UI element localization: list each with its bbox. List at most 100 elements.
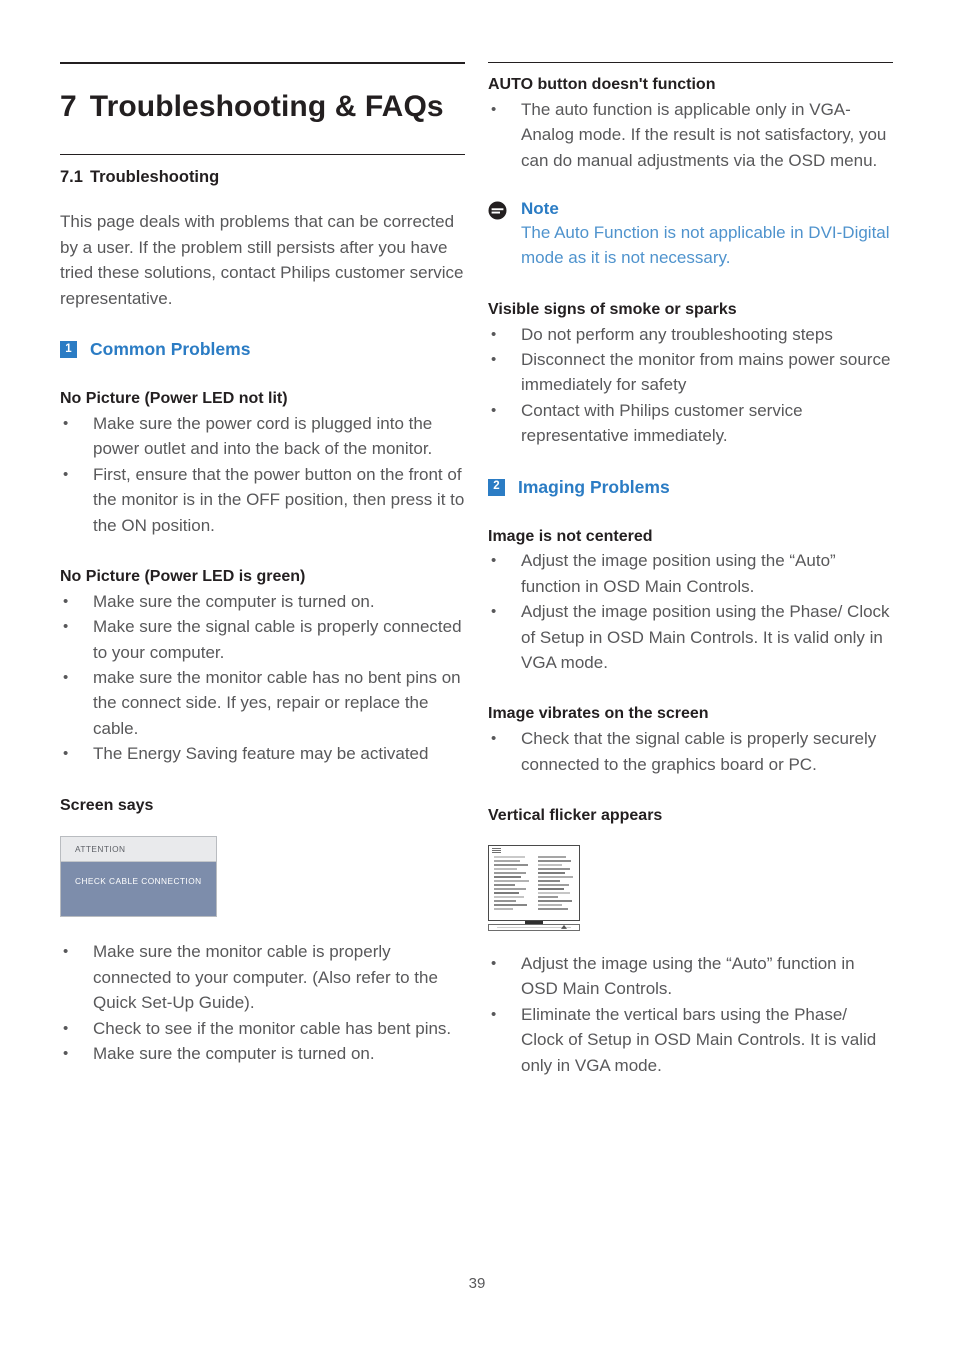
list-item: • Check that the signal cable is properly… [488,726,893,777]
list-item: • make sure the monitor cable has no bent… [60,665,465,741]
subheading-image-not-centered: Image is not centered [488,527,653,545]
bullet-icon: • [491,1005,497,1023]
intro-paragraph: This page deals with problems that can b… [60,212,464,308]
page-number: 39 [468,1275,486,1292]
list-item: • Make sure the computer is turned on. [60,589,465,614]
chapter-title: Troubleshooting & FAQs [89,90,444,123]
list-item: • Adjust the image using the “Auto” funct… [488,951,893,1002]
section-heading: 7.1 Troubleshooting [60,167,465,188]
list-item: • The Energy Saving feature may be activa… [60,741,465,766]
bullet-icon: • [491,954,497,972]
list-item: • Eliminate the vertical bars using the P… [488,1002,893,1078]
bullet-list-screen-says: • Make sure the monitor cable is properly… [60,939,465,1066]
bullet-icon: • [491,603,497,621]
note-circle-icon [488,201,507,220]
bullet-list-no-picture-led-green: • Make sure the computer is turned on. • M… [60,589,465,767]
bullet-icon: • [491,552,497,570]
imaging-problems-label: Imaging Problems [518,476,670,497]
list-item-text: make sure the monitor cable has no bent … [93,668,461,738]
list-item-text: Check to see if the monitor cable has be… [93,1018,452,1038]
bullet-list-auto-button: • The auto function is applicable only in… [488,97,893,173]
list-item: • Contact with Philips customer service r… [488,398,893,449]
list-item: • The auto function is applicable only in… [488,97,893,173]
list-item: • Check to see if the monitor cable has b… [60,1016,465,1041]
list-item: • Make sure the monitor cable is properly… [60,939,465,1015]
list-item-text: First, ensure that the power button on t… [93,464,465,535]
note-body: The Auto Function is not applicable in D… [521,223,890,268]
list-item: • Make sure the signal cable is properly … [60,614,465,665]
bullet-icon: • [63,618,69,636]
list-item-text: The auto function is applicable only in … [521,99,887,170]
bullet-list-image-vibrates: • Check that the signal cable is properly… [488,726,893,777]
osd-title: ATTENTION [61,837,216,863]
bullet-list-image-not-centered: • Adjust the image position using the “Au… [488,548,893,675]
left-column: 7 Troubleshooting & FAQs 7.1 Troubleshooti… [60,62,465,1067]
subheading-image-vibrates: Image vibrates on the screen [488,705,709,723]
page-title: 7 Troubleshooting & FAQs [60,90,465,124]
bullet-icon: • [491,730,497,748]
flicker-bar-columns [494,855,574,918]
flicker-monitor-base [488,920,580,931]
common-problems-heading: 1 Common Problems [60,339,465,360]
list-item: • Adjust the image position using the Pha… [488,599,893,675]
list-item: • Do not perform any troubleshooting step… [488,322,893,347]
subheading-screen-says: Screen says [60,796,154,814]
list-item-text: The Energy Saving feature may be activat… [93,744,429,764]
bullet-list-vertical-flicker: • Adjust the image using the “Auto” funct… [488,951,893,1078]
section-number: 7.1 [60,167,83,186]
list-item-text: Make sure the monitor cable is properly … [93,942,438,1013]
bullet-list-smoke-sparks: • Do not perform any troubleshooting step… [488,322,893,449]
list-item-text: Eliminate the vertical bars using the Ph… [521,1004,877,1075]
vertical-flicker-illustration [488,844,580,931]
osd-attention-dialog: ATTENTION CHECK CABLE CONNECTION [60,836,217,918]
list-item-text: Do not perform any troubleshooting steps [521,324,833,344]
chapter-number: 7 [60,90,77,123]
flicker-base-line [497,926,571,928]
badge-2: 2 [488,478,505,496]
document-page: 7 Troubleshooting & FAQs 7.1 Troubleshooti… [0,0,954,1350]
flicker-screen [488,844,580,921]
bullet-icon: • [63,415,69,433]
list-item-text: Make sure the power cord is plugged into… [93,414,433,459]
list-item: • Make sure the power cord is plugged int… [60,411,465,462]
note-block: Note The Auto Function is not applicable… [488,199,893,271]
flicker-column-right [538,855,574,918]
bullet-list-no-picture-led-not-lit: • Make sure the power cord is plugged int… [60,411,465,538]
badge-1: 1 [60,341,77,359]
bullet-icon: • [63,592,69,610]
list-item-text: Make sure the computer is turned on. [93,591,375,611]
subheading-auto-button: AUTO button doesn't function [488,76,716,93]
subheading-no-picture-led-green: No Picture (Power LED is green) [60,568,306,586]
section-rule [60,153,465,155]
bullet-icon: • [63,943,69,961]
list-item: • Make sure the computer is turned on. [60,1041,465,1066]
subheading-vertical-flicker: Vertical flicker appears [488,807,663,825]
list-item-text: Disconnect the monitor from mains power … [521,350,891,395]
subheading-smoke-sparks: Visible signs of smoke or sparks [488,300,737,318]
list-item: • Adjust the image position using the “Au… [488,548,893,599]
list-item-text: Make sure the computer is turned on. [93,1044,375,1064]
subheading-no-picture-led-not-lit: No Picture (Power LED not lit) [60,390,288,408]
bullet-icon: • [491,100,497,118]
flicker-stand [525,920,543,924]
list-item-text: Adjust the image using the “Auto” functi… [521,953,855,999]
flicker-column-left [494,855,530,918]
bullet-icon: • [491,351,497,369]
imaging-problems-heading: 2 Imaging Problems [488,477,893,498]
note-title: Note [521,199,559,219]
section-title: Troubleshooting [89,167,220,186]
right-column-top-rule [488,62,893,63]
right-column: AUTO button doesn't function • The auto f… [488,62,893,1078]
bullet-icon: • [63,669,69,687]
list-item-text: Adjust the image position using the “Aut… [521,551,836,596]
common-problems-label: Common Problems [90,339,251,360]
chapter-top-rule [60,62,465,64]
bullet-icon: • [63,1019,69,1037]
bullet-icon: • [63,1045,69,1063]
list-item: • Disconnect the monitor from mains power… [488,347,893,398]
list-item-text: Contact with Philips customer service re… [521,400,803,446]
list-item: • First, ensure that the power button on … [60,462,465,538]
bullet-icon: • [491,325,497,343]
list-item-text: Check that the signal cable is properly … [521,729,877,774]
osd-message: CHECK CABLE CONNECTION [61,862,216,917]
